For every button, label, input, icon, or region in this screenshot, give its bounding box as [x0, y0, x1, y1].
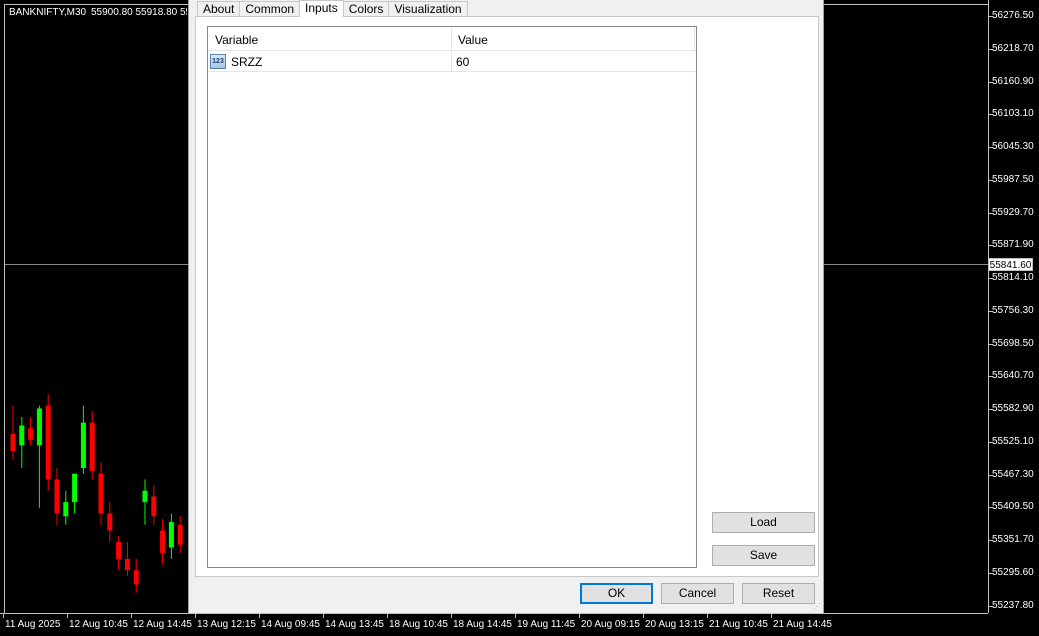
time-tick: [67, 614, 68, 618]
column-header-value[interactable]: Value: [452, 27, 695, 51]
price-label: 56276.50: [992, 10, 1034, 21]
time-label: 11 Aug 2025: [5, 619, 61, 630]
bearish-candle: [98, 462, 104, 525]
time-label: 18 Aug 10:45: [389, 619, 448, 630]
inputs-tab-page: Variable Value 123 SRZZ 60 Load Save: [195, 16, 819, 577]
time-tick: [195, 614, 196, 618]
bearish-candle: [54, 468, 60, 525]
grid-header: Variable Value: [208, 27, 696, 51]
variable-name: SRZZ: [231, 54, 263, 69]
table-row[interactable]: 123 SRZZ 60: [208, 52, 696, 72]
value-field[interactable]: 60: [452, 52, 695, 71]
bullish-candle: [72, 473, 78, 514]
time-label: 20 Aug 13:15: [645, 619, 704, 630]
time-label: 13 Aug 12:15: [197, 619, 256, 630]
time-label: 14 Aug 09:45: [261, 619, 320, 630]
tab-strip: About Common Inputs Colors Visualization: [197, 0, 468, 17]
price-label: 55871.90: [992, 239, 1034, 251]
price-label: 55814.10: [992, 272, 1034, 283]
tab-colors[interactable]: Colors: [342, 1, 390, 17]
time-tick: [131, 614, 132, 618]
resize-grip-icon[interactable]: ⋰: [813, 603, 821, 611]
bullish-candle: [36, 405, 42, 508]
price-label: 55987.50: [992, 173, 1034, 185]
indicator-properties-dialog: About Common Inputs Colors Visualization…: [188, 0, 824, 613]
price-label: 56103.10: [992, 108, 1034, 120]
price-label: 55929.70: [992, 206, 1034, 218]
time-axis[interactable]: 11 Aug 2025 12 Aug 10:45 12 Aug 14:45 13 Au…: [0, 613, 988, 636]
time-tick: [387, 614, 388, 618]
variable-cell: 123 SRZZ: [208, 52, 452, 71]
time-tick: [771, 614, 772, 618]
time-tick: [707, 614, 708, 618]
time-tick: [259, 614, 260, 618]
time-label: 14 Aug 13:45: [325, 619, 384, 630]
price-label: 55640.70: [992, 370, 1034, 382]
inputs-grid[interactable]: Variable Value 123 SRZZ 60: [207, 26, 697, 568]
bearish-candle: [45, 394, 51, 491]
tab-common[interactable]: Common: [239, 1, 301, 17]
bearish-candle: [10, 405, 16, 460]
tab-visualization[interactable]: Visualization: [388, 1, 468, 17]
bearish-candle: [133, 558, 139, 593]
price-label: 55409.50: [992, 501, 1034, 513]
price-label: 55698.50: [992, 337, 1034, 349]
time-tick: [3, 614, 4, 618]
price-label: 56045.30: [992, 141, 1034, 152]
time-label: 21 Aug 14:45: [773, 619, 832, 630]
bullish-candle: [168, 513, 174, 559]
time-label: 12 Aug 10:45: [69, 619, 128, 630]
chart-quote-values: 55900.80 55918.80 558: [91, 7, 187, 18]
price-label: 56218.70: [992, 42, 1034, 54]
bullish-candle: [142, 479, 148, 525]
price-axis[interactable]: 56276.50 56218.70 56160.90 56103.10 56045.30…: [988, 0, 1039, 613]
time-label: 19 Aug 11:45: [517, 619, 576, 630]
save-button[interactable]: Save: [712, 545, 815, 566]
bearish-candle: [28, 416, 34, 446]
time-tick: [643, 614, 644, 618]
ok-button[interactable]: OK: [580, 583, 653, 604]
price-label: 55237.80: [992, 599, 1034, 611]
bearish-candle: [116, 536, 122, 571]
bearish-candle: [160, 519, 166, 565]
bullish-candle: [63, 490, 69, 525]
time-label: 12 Aug 14:45: [133, 619, 192, 630]
column-header-variable[interactable]: Variable: [208, 27, 452, 51]
price-label: 55295.60: [992, 566, 1034, 578]
price-label: 55525.10: [992, 435, 1034, 447]
price-label: 55351.70: [992, 534, 1034, 545]
bearish-candle: [107, 502, 113, 542]
time-tick: [515, 614, 516, 618]
bullish-candle: [19, 416, 25, 469]
bullish-candle: [80, 405, 86, 474]
time-tick: [579, 614, 580, 618]
cancel-button[interactable]: Cancel: [661, 583, 734, 604]
bearish-candle: [124, 541, 130, 576]
reset-button[interactable]: Reset: [742, 583, 815, 604]
load-button[interactable]: Load: [712, 512, 815, 533]
integer-type-icon: 123: [210, 54, 226, 69]
price-label: 56160.90: [992, 75, 1034, 87]
tab-about[interactable]: About: [197, 1, 241, 17]
bearish-candle: [89, 411, 95, 480]
time-label: 21 Aug 10:45: [709, 619, 768, 630]
current-price-label: 55841.60: [988, 258, 1033, 271]
price-label: 55467.30: [992, 468, 1034, 480]
chart-symbol-title: BANKNIFTY,M30: [9, 7, 87, 18]
time-tick: [451, 614, 452, 618]
bearish-candle: [151, 485, 157, 525]
price-label: 55582.90: [992, 403, 1034, 414]
price-label: 55756.30: [992, 304, 1034, 316]
time-label: 18 Aug 14:45: [453, 619, 512, 630]
time-tick: [323, 614, 324, 618]
bearish-candle: [177, 516, 183, 554]
tab-inputs[interactable]: Inputs: [299, 0, 344, 17]
time-label: 20 Aug 09:15: [581, 619, 640, 630]
